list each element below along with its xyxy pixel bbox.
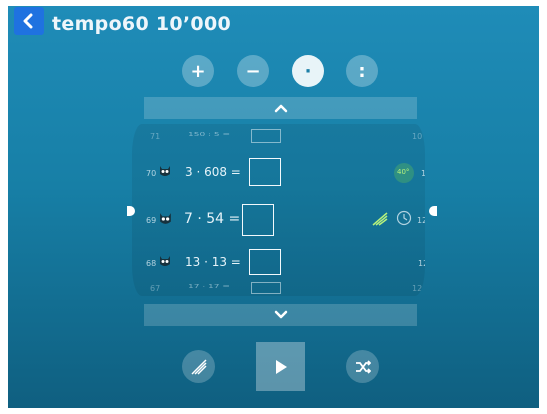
app-frame: tempo60 10’000 + − · : 71 150 : 5 = 10 7… xyxy=(8,6,539,408)
exercise-number: 70 xyxy=(146,169,157,178)
chevron-up-icon xyxy=(274,104,287,113)
add-button[interactable]: + xyxy=(182,55,214,87)
owl-icon xyxy=(160,213,171,224)
dot-button[interactable]: · xyxy=(292,55,324,87)
subtract-button[interactable]: − xyxy=(237,55,269,87)
shuffle-icon xyxy=(355,359,371,374)
exercise-row-selected[interactable]: 69 7 · 54 = 12 xyxy=(132,200,425,238)
exercise-expression: 3 · 608 = xyxy=(185,165,241,179)
stats-icon[interactable] xyxy=(372,212,388,226)
progress-badge: 40° xyxy=(394,163,414,183)
answer-box[interactable] xyxy=(242,204,274,236)
dot-symbol: · xyxy=(304,60,312,82)
owl-icon xyxy=(160,256,170,266)
answer-box[interactable] xyxy=(249,158,281,186)
back-button[interactable] xyxy=(14,7,44,35)
exercise-number: 71 xyxy=(150,132,161,141)
answer-box[interactable] xyxy=(251,129,281,143)
answer-box[interactable] xyxy=(251,282,281,294)
owl-icon xyxy=(160,166,170,176)
exercise-number: 68 xyxy=(146,259,157,268)
answer-box[interactable] xyxy=(249,249,281,275)
exercise-row[interactable]: 70 3 · 608 = 40° 12 xyxy=(132,156,425,188)
scroll-down-button[interactable] xyxy=(144,304,417,326)
exercise-side-value: 10 xyxy=(412,132,423,141)
stats-button[interactable] xyxy=(182,350,215,383)
exercise-side-value: 12 xyxy=(418,259,425,268)
timer-icon[interactable] xyxy=(396,210,412,226)
exercise-number: 67 xyxy=(150,284,161,293)
exercise-side-value: 12 xyxy=(412,284,423,293)
back-icon xyxy=(23,13,33,29)
shuffle-button[interactable] xyxy=(346,350,379,383)
exercise-side-value: 12 xyxy=(417,216,425,225)
exercise-number: 69 xyxy=(146,216,157,225)
scroll-up-button[interactable] xyxy=(144,97,417,119)
page-title: tempo60 10’000 xyxy=(52,13,231,35)
subtract-symbol: − xyxy=(245,60,261,82)
exercise-expression: 150 : 5 = xyxy=(188,132,231,138)
exercise-expression: 13 · 13 = xyxy=(185,255,241,269)
play-icon xyxy=(275,359,287,374)
exercise-wheel[interactable]: 71 150 : 5 = 10 70 3 · 608 = 40° 12 69 xyxy=(132,124,425,296)
exercise-row[interactable]: 71 150 : 5 = 10 xyxy=(132,127,425,145)
exercise-expression: 17 · 17 = xyxy=(188,284,230,290)
play-button[interactable] xyxy=(256,342,305,391)
progress-badge-label: 40° xyxy=(397,168,410,176)
stats-icon xyxy=(190,358,207,375)
wheel-right-marker xyxy=(429,206,437,216)
more-symbol: : xyxy=(358,60,366,82)
more-button[interactable]: : xyxy=(346,55,378,87)
exercise-row[interactable]: 68 13 · 13 = 12 xyxy=(132,247,425,277)
exercise-expression: 7 · 54 = xyxy=(184,211,241,227)
exercise-row[interactable]: 67 17 · 17 = 12 xyxy=(132,281,425,295)
chevron-down-icon xyxy=(274,310,287,319)
exercise-side-value: 12 xyxy=(421,169,425,178)
add-symbol: + xyxy=(190,60,206,82)
